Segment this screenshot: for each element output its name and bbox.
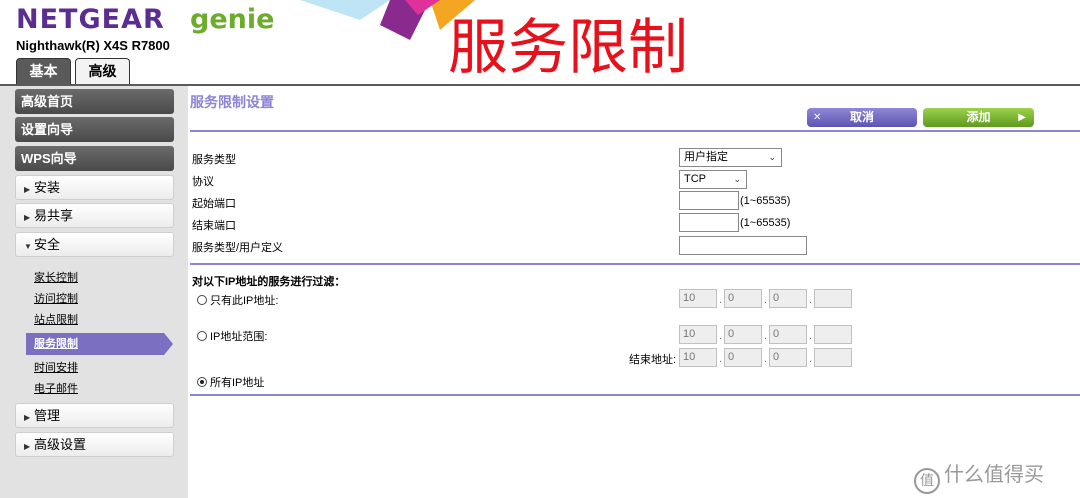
ip-range-option[interactable]: IP地址范围: <box>197 328 267 344</box>
only-ip-label: 只有此IP地址: <box>210 295 279 307</box>
service-type-value: 用户指定 <box>684 151 728 163</box>
ip-separator: . <box>764 353 768 365</box>
cancel-button-label: 取消 <box>849 110 874 124</box>
chevron-down-icon: ⌄ <box>733 174 741 184</box>
protocol-value: TCP <box>684 173 706 185</box>
sidebar-group-readyshare[interactable]: ▶ 易共享 <box>15 203 174 228</box>
all-ip-label: 所有IP地址 <box>210 377 265 389</box>
expand-arrow-icon: ▶ <box>24 442 31 451</box>
range-end-octet-2[interactable]: 0 <box>724 348 762 367</box>
range-end-octet-1[interactable]: 10 <box>679 348 717 367</box>
ip-range-radio[interactable] <box>197 331 207 341</box>
divider <box>190 130 1080 132</box>
cancel-button[interactable]: ✕ 取消 <box>807 108 917 127</box>
ip-separator: . <box>719 294 723 306</box>
end-port-label: 结束端口 <box>192 220 236 232</box>
range-start-octet-3[interactable]: 0 <box>769 325 807 344</box>
collapse-arrow-icon: ▼ <box>24 242 32 251</box>
ip-separator: . <box>809 330 813 342</box>
sidebar-group-label: 管理 <box>34 408 61 423</box>
sidebar-group-label: 安装 <box>34 180 61 195</box>
tab-advanced[interactable]: 高级 <box>75 58 130 84</box>
main-content: 服务限制设置 ✕ 取消 添加 ▶ 服务类型 用户指定 ⌄ 协议 TCP ⌄ 起始… <box>188 86 1080 498</box>
sidebar-group-label: 易共享 <box>34 208 74 223</box>
end-address-label: 结束地址: <box>629 354 677 366</box>
range-start-octet-4[interactable] <box>814 325 852 344</box>
active-item-pointer <box>164 333 173 355</box>
range-start-octet-2[interactable]: 0 <box>724 325 762 344</box>
all-ip-option[interactable]: 所有IP地址 <box>197 374 264 390</box>
expand-arrow-icon: ▶ <box>24 413 31 422</box>
ip-separator: . <box>719 353 723 365</box>
sidebar-item-block-sites[interactable]: 站点限制 <box>34 311 78 327</box>
only-ip-octet-1[interactable]: 10 <box>679 289 717 308</box>
filter-heading: 对以下IP地址的服务进行过滤： <box>192 276 346 288</box>
protocol-label: 协议 <box>192 176 214 188</box>
sidebar-item-block-services[interactable]: 服务限制 <box>26 333 164 355</box>
start-port-label: 起始端口 <box>192 198 236 210</box>
ip-separator: . <box>764 330 768 342</box>
range-end-octet-3[interactable]: 0 <box>769 348 807 367</box>
close-icon: ✕ <box>813 112 822 123</box>
expand-arrow-icon: ▶ <box>24 213 31 222</box>
divider <box>190 263 1080 265</box>
netgear-logo: NETGEAR <box>16 4 165 35</box>
only-ip-octet-4[interactable] <box>814 289 852 308</box>
ip-separator: . <box>764 294 768 306</box>
sidebar-group-label: 高级设置 <box>34 437 87 452</box>
end-port-hint: (1~65535) <box>740 217 791 229</box>
range-end-octet-4[interactable] <box>814 348 852 367</box>
only-ip-octet-2[interactable]: 0 <box>724 289 762 308</box>
overlay-title: 服务限制 <box>448 13 688 83</box>
sidebar-group-label: 安全 <box>34 237 61 252</box>
arrow-right-icon: ▶ <box>1018 112 1026 123</box>
only-ip-option[interactable]: 只有此IP地址: <box>197 292 278 308</box>
genie-logo: genie <box>190 4 275 35</box>
watermark-text: 什么值得买 <box>944 462 1044 486</box>
protocol-select[interactable]: TCP ⌄ <box>679 170 747 189</box>
sidebar-advanced-home[interactable]: 高级首页 <box>15 89 174 114</box>
sidebar-item-email[interactable]: 电子邮件 <box>34 380 78 396</box>
tab-basic[interactable]: 基本 <box>16 58 71 84</box>
expand-arrow-icon: ▶ <box>24 185 31 194</box>
ip-range-label: IP地址范围: <box>210 331 268 343</box>
divider <box>190 394 1080 396</box>
ip-separator: . <box>809 353 813 365</box>
sidebar-group-advanced-setup[interactable]: ▶ 高级设置 <box>15 432 174 457</box>
sidebar: 高级首页 设置向导 WPS向导 ▶ 安装 ▶ 易共享 ▼ 安全 家长控制 访问控制 站… <box>0 86 188 498</box>
service-type-select[interactable]: 用户指定 ⌄ <box>679 148 782 167</box>
start-port-input[interactable] <box>679 191 739 210</box>
page-title: 服务限制设置 <box>190 94 274 110</box>
service-user-defined-input[interactable] <box>679 236 807 255</box>
smzdm-logo-icon: 值 <box>914 468 940 494</box>
service-type-label: 服务类型 <box>192 154 236 166</box>
sidebar-group-setup[interactable]: ▶ 安装 <box>15 175 174 200</box>
all-ip-radio[interactable] <box>197 377 207 387</box>
range-start-octet-1[interactable]: 10 <box>679 325 717 344</box>
sidebar-item-access-control[interactable]: 访问控制 <box>34 290 78 306</box>
sidebar-item-parental-control[interactable]: 家长控制 <box>34 269 78 285</box>
sidebar-group-security[interactable]: ▼ 安全 <box>15 232 174 257</box>
only-ip-octet-3[interactable]: 0 <box>769 289 807 308</box>
chevron-down-icon: ⌄ <box>768 152 776 162</box>
service-user-defined-label: 服务类型/用户定义 <box>192 242 284 254</box>
end-port-input[interactable] <box>679 213 739 232</box>
sidebar-wps-wizard[interactable]: WPS向导 <box>15 146 174 171</box>
header: NETGEAR genie Nighthawk(R) X4S R7800 服务限… <box>0 0 1080 86</box>
ip-separator: . <box>809 294 813 306</box>
only-ip-radio[interactable] <box>197 295 207 305</box>
watermark: 值什么值得买 <box>914 458 1044 494</box>
sidebar-setup-wizard[interactable]: 设置向导 <box>15 117 174 142</box>
add-button[interactable]: 添加 ▶ <box>923 108 1034 127</box>
sidebar-group-administration[interactable]: ▶ 管理 <box>15 403 174 428</box>
add-button-label: 添加 <box>966 110 991 124</box>
start-port-hint: (1~65535) <box>740 195 791 207</box>
ip-separator: . <box>719 330 723 342</box>
sidebar-item-schedule[interactable]: 时间安排 <box>34 359 78 375</box>
router-model: Nighthawk(R) X4S R7800 <box>16 38 170 53</box>
